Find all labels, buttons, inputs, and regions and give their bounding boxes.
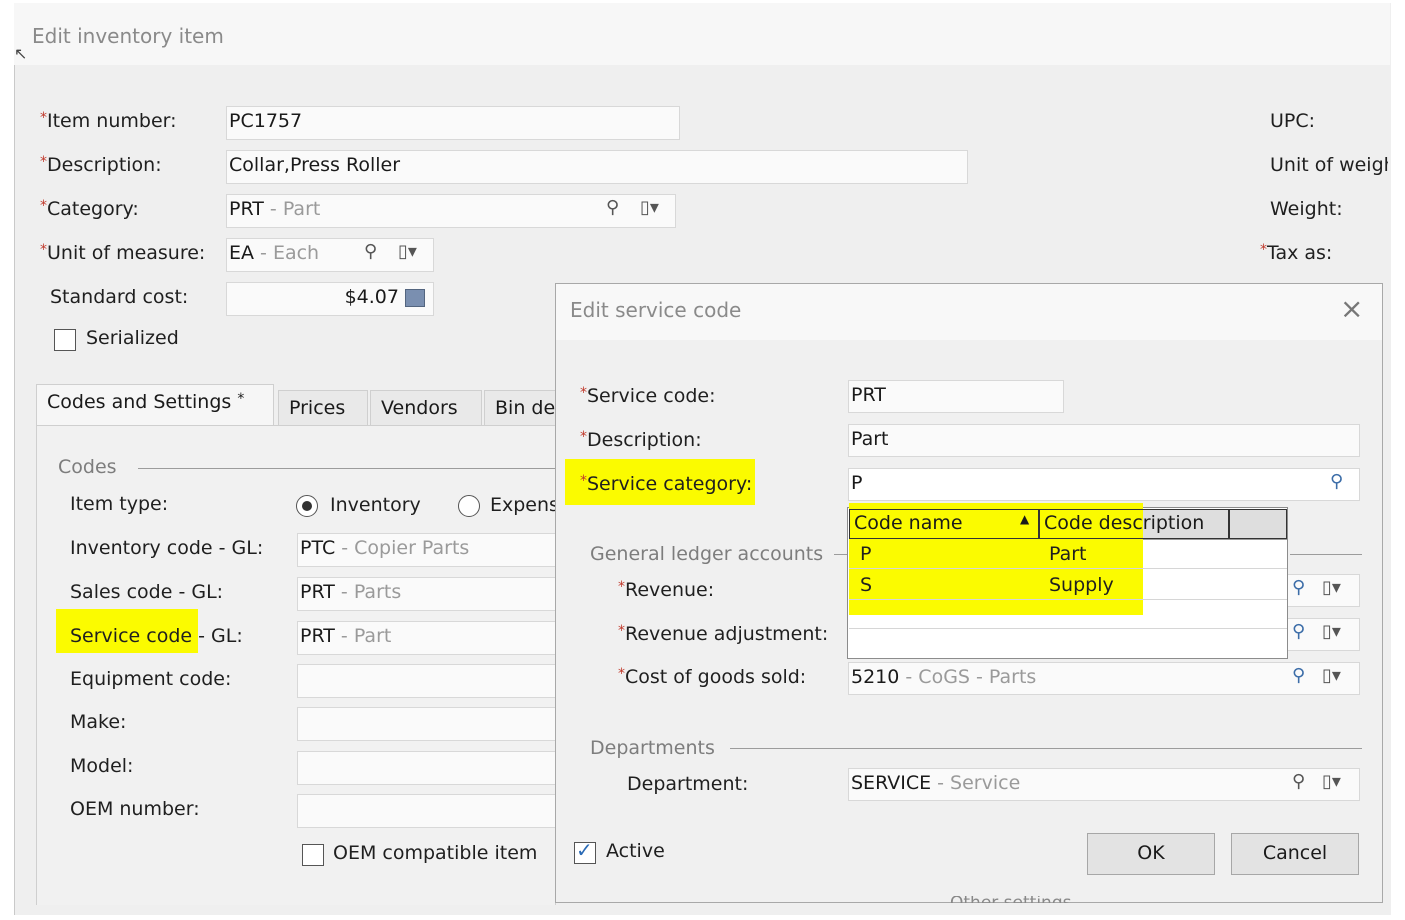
cogs-search-icon[interactable]: ⚲ <box>1292 665 1305 686</box>
dropdown-row-code[interactable]: P <box>860 543 871 565</box>
dlg-department-input[interactable]: SERVICE - Service <box>848 768 1360 801</box>
row-divider-1 <box>849 568 1287 569</box>
tax-as-label: *Tax as: <box>1260 242 1333 264</box>
code-name-header: Code name <box>854 512 963 534</box>
gl-accounts-section-title: General ledger accounts <box>590 543 824 565</box>
serialized-checkbox[interactable] <box>54 329 76 351</box>
service-category-search-icon[interactable]: ⚲ <box>1330 471 1343 492</box>
description-label: *Description: <box>40 154 162 176</box>
sales-code-input[interactable]: PRT - Parts <box>297 577 556 611</box>
dlg-service-category-input[interactable]: P <box>848 468 1360 501</box>
model-label: Model: <box>70 755 134 777</box>
dlg-service-code-label: *Service code: <box>580 385 716 407</box>
gl-divider-left <box>834 554 848 555</box>
serialized-label: Serialized <box>86 327 179 349</box>
dialog-title: Edit service code <box>570 298 742 322</box>
dlg-description-input[interactable]: Part <box>848 424 1360 457</box>
dropdown-row-code[interactable]: S <box>860 574 872 596</box>
oem-number-input[interactable] <box>297 794 556 828</box>
dlg-service-category-label: *Service category: <box>580 473 753 495</box>
expense-radio[interactable] <box>458 495 480 517</box>
revenue-menu-icon[interactable]: ▯▾ <box>1322 577 1341 598</box>
weight-label: Weight: <box>1270 198 1343 220</box>
uom-search-icon[interactable]: ⚲ <box>364 241 377 262</box>
code-description-header: Code description <box>1044 512 1205 534</box>
uom-menu-icon[interactable]: ▯▾ <box>398 241 417 262</box>
department-search-icon[interactable]: ⚲ <box>1292 771 1305 792</box>
oem-number-label: OEM number: <box>70 798 200 820</box>
tab-prices[interactable]: Prices <box>278 390 368 426</box>
standard-cost-label: Standard cost: <box>50 286 189 308</box>
gl-divider-right <box>1290 554 1362 555</box>
equipment-code-label: Equipment code: <box>70 668 232 690</box>
extra-header-cell <box>1229 509 1287 539</box>
inventory-code-label: Inventory code - GL: <box>70 537 264 559</box>
dropdown-row-description[interactable]: Supply <box>1049 574 1114 596</box>
service-code-input[interactable]: PRT - Part <box>297 621 556 655</box>
revenue-adjustment-menu-icon[interactable]: ▯▾ <box>1322 621 1341 642</box>
unit-of-weight-label: Unit of weigh <box>1270 154 1388 176</box>
description-input[interactable]: Collar,Press Roller <box>226 150 968 184</box>
dlg-department-label: Department: <box>627 773 749 795</box>
inventory-radio[interactable] <box>296 495 318 517</box>
departments-section-title: Departments <box>590 737 715 759</box>
codes-section-title: Codes <box>58 456 117 478</box>
model-input[interactable] <box>297 751 556 785</box>
ok-button[interactable]: OK <box>1087 833 1215 875</box>
row-divider-3 <box>849 628 1287 629</box>
active-label: Active <box>606 840 665 862</box>
item-type-label: Item type: <box>70 493 169 515</box>
category-menu-icon[interactable]: ▯▾ <box>640 197 659 218</box>
make-label: Make: <box>70 711 127 733</box>
make-input[interactable] <box>297 707 556 741</box>
dlg-revenue-label: *Revenue: <box>618 579 715 601</box>
tab-vendors[interactable]: Vendors <box>370 390 482 426</box>
category-search-icon[interactable]: ⚲ <box>606 197 619 218</box>
dlg-service-code-input[interactable]: PRT <box>848 380 1064 413</box>
item-number-input[interactable]: PC1757 <box>226 106 680 140</box>
departments-divider <box>730 748 1362 749</box>
close-icon[interactable]: × <box>1340 292 1363 325</box>
calculator-icon[interactable] <box>405 289 425 307</box>
cursor-icon: ↖ <box>14 44 28 63</box>
oem-compatible-label: OEM compatible item <box>333 842 538 864</box>
expense-radio-label: Expens <box>490 494 556 516</box>
checkmark-icon: ✓ <box>576 838 593 862</box>
dlg-revenue-adjustment-label: *Revenue adjustment: <box>618 623 829 645</box>
sales-code-label: Sales code - GL: <box>70 581 224 603</box>
inventory-radio-label: Inventory <box>330 494 421 516</box>
codes-divider <box>138 468 556 469</box>
upc-label: UPC: <box>1270 110 1316 132</box>
equipment-code-input[interactable] <box>297 664 556 698</box>
category-label: *Category: <box>40 198 139 220</box>
tab-codes-and-settings[interactable]: Codes and Settings * <box>36 384 274 426</box>
department-menu-icon[interactable]: ▯▾ <box>1322 771 1341 792</box>
oem-compatible-checkbox[interactable] <box>302 844 324 866</box>
service-code-label: Service code - GL: <box>70 625 243 647</box>
dlg-cogs-label: *Cost of goods sold: <box>618 666 807 688</box>
item-number-label: *Item number: <box>40 110 177 132</box>
revenue-adjustment-search-icon[interactable]: ⚲ <box>1292 621 1305 642</box>
cogs-menu-icon[interactable]: ▯▾ <box>1322 665 1341 686</box>
tab-bin[interactable]: Bin de <box>484 390 556 426</box>
cancel-button[interactable]: Cancel <box>1231 833 1359 875</box>
inventory-code-input[interactable]: PTC - Copier Parts <box>297 533 556 567</box>
window-title: Edit inventory item <box>32 24 224 48</box>
dlg-cogs-input[interactable]: 5210 - CoGS - Parts <box>848 662 1360 695</box>
row-divider-2 <box>849 599 1287 600</box>
background-edge <box>1383 282 1390 902</box>
revenue-search-icon[interactable]: ⚲ <box>1292 577 1305 598</box>
standard-cost-input[interactable]: $4.07 <box>226 282 434 316</box>
sort-ascending-icon: ▲ <box>1020 512 1030 526</box>
dlg-description-label: *Description: <box>580 429 702 451</box>
dropdown-row-description[interactable]: Part <box>1049 543 1087 565</box>
other-settings-fragment: Other settings <box>950 896 1090 903</box>
unit-of-measure-label: *Unit of measure: <box>40 242 206 264</box>
